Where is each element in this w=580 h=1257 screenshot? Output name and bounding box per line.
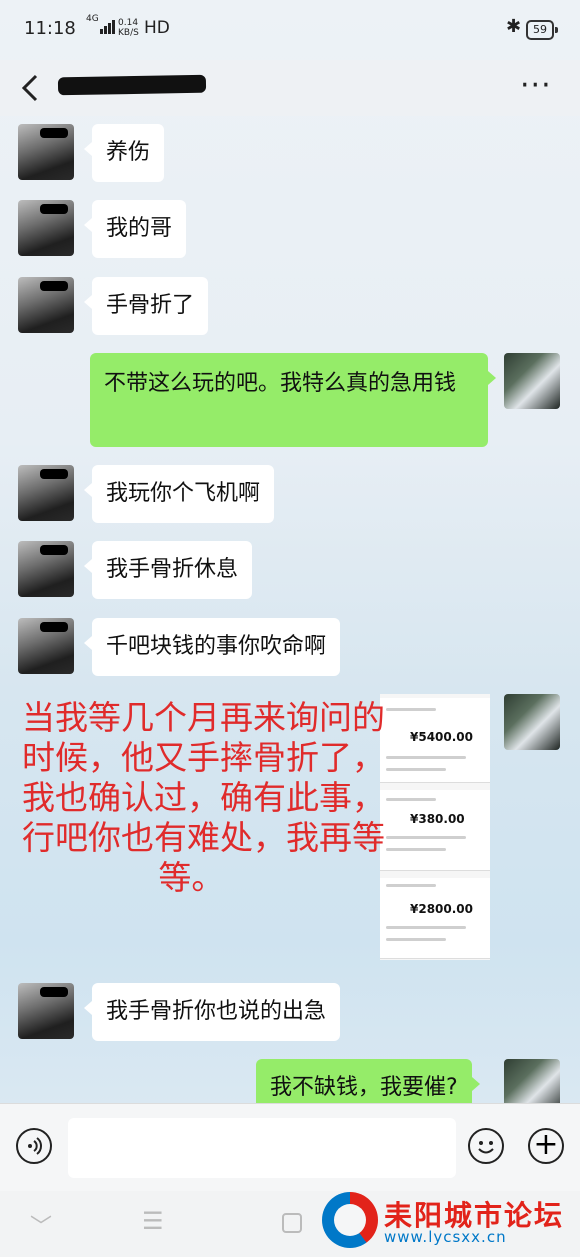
more-options-button[interactable]: ···: [520, 68, 552, 103]
annotation-overlay-text: 当我等几个月再来询问的 时候，他又手摔骨折了， 我也确认过，确有此事， 行吧你也…: [22, 698, 385, 897]
nav-recent-icon[interactable]: [282, 1213, 302, 1233]
status-bar: 11:18 4G 0.14 KB/S HD ✱ 59: [0, 0, 580, 60]
contact-avatar[interactable]: [18, 983, 74, 1039]
receipt-amount: ¥2800.00: [410, 902, 474, 916]
forum-watermark: 耒阳城市论坛 www.lycsxx.cn: [318, 1188, 580, 1254]
chat-header: ···: [0, 60, 580, 116]
back-arrow-icon[interactable]: [18, 70, 46, 106]
contact-avatar[interactable]: [18, 541, 74, 597]
message-bubble-outgoing: 不带这么玩的吧。我特么真的急用钱: [90, 353, 496, 447]
battery-icon: 59: [526, 20, 558, 40]
message-input-bar: +: [0, 1103, 580, 1192]
my-avatar[interactable]: [504, 694, 560, 750]
watermark-url: www.lycsxx.cn: [384, 1228, 507, 1246]
message-bubble-incoming: 我玩你个飞机啊: [83, 465, 275, 523]
contact-avatar[interactable]: [18, 465, 74, 521]
network-speed: 0.14 KB/S: [118, 18, 139, 38]
bluetooth-icon: ✱: [506, 16, 522, 37]
message-bubble-incoming: 养伤: [83, 124, 165, 182]
network-type: 4G: [86, 14, 99, 24]
message-input[interactable]: [68, 1118, 456, 1178]
speed-value: 0.14: [118, 18, 139, 28]
emoji-icon[interactable]: [468, 1128, 504, 1164]
status-time: 11:18: [24, 18, 76, 39]
message-bubble-incoming: 千吧块钱的事你吹命啊: [83, 618, 341, 676]
forum-logo-icon: [322, 1192, 378, 1248]
nav-back-icon[interactable]: ﹀: [30, 1209, 52, 1241]
add-attachment-icon[interactable]: +: [528, 1128, 564, 1164]
speed-unit: KB/S: [118, 28, 139, 38]
message-bubble-incoming: 手骨折了: [83, 277, 209, 335]
message-bubble-incoming: 我的哥: [83, 200, 187, 258]
chat-title-redacted: [57, 74, 207, 96]
message-bubble-incoming: 我手骨折你也说的出急: [83, 983, 341, 1041]
message-bubble-incoming: 我手骨折休息: [83, 541, 253, 599]
voice-input-icon[interactable]: [16, 1128, 52, 1164]
contact-avatar[interactable]: [18, 200, 74, 256]
contact-avatar[interactable]: [18, 618, 74, 674]
contact-avatar[interactable]: [18, 124, 74, 180]
my-avatar[interactable]: [504, 353, 560, 409]
signal-icon: [100, 20, 115, 34]
nav-menu-icon[interactable]: ☰: [142, 1207, 164, 1235]
hd-indicator: HD: [144, 18, 170, 38]
contact-avatar[interactable]: [18, 277, 74, 333]
